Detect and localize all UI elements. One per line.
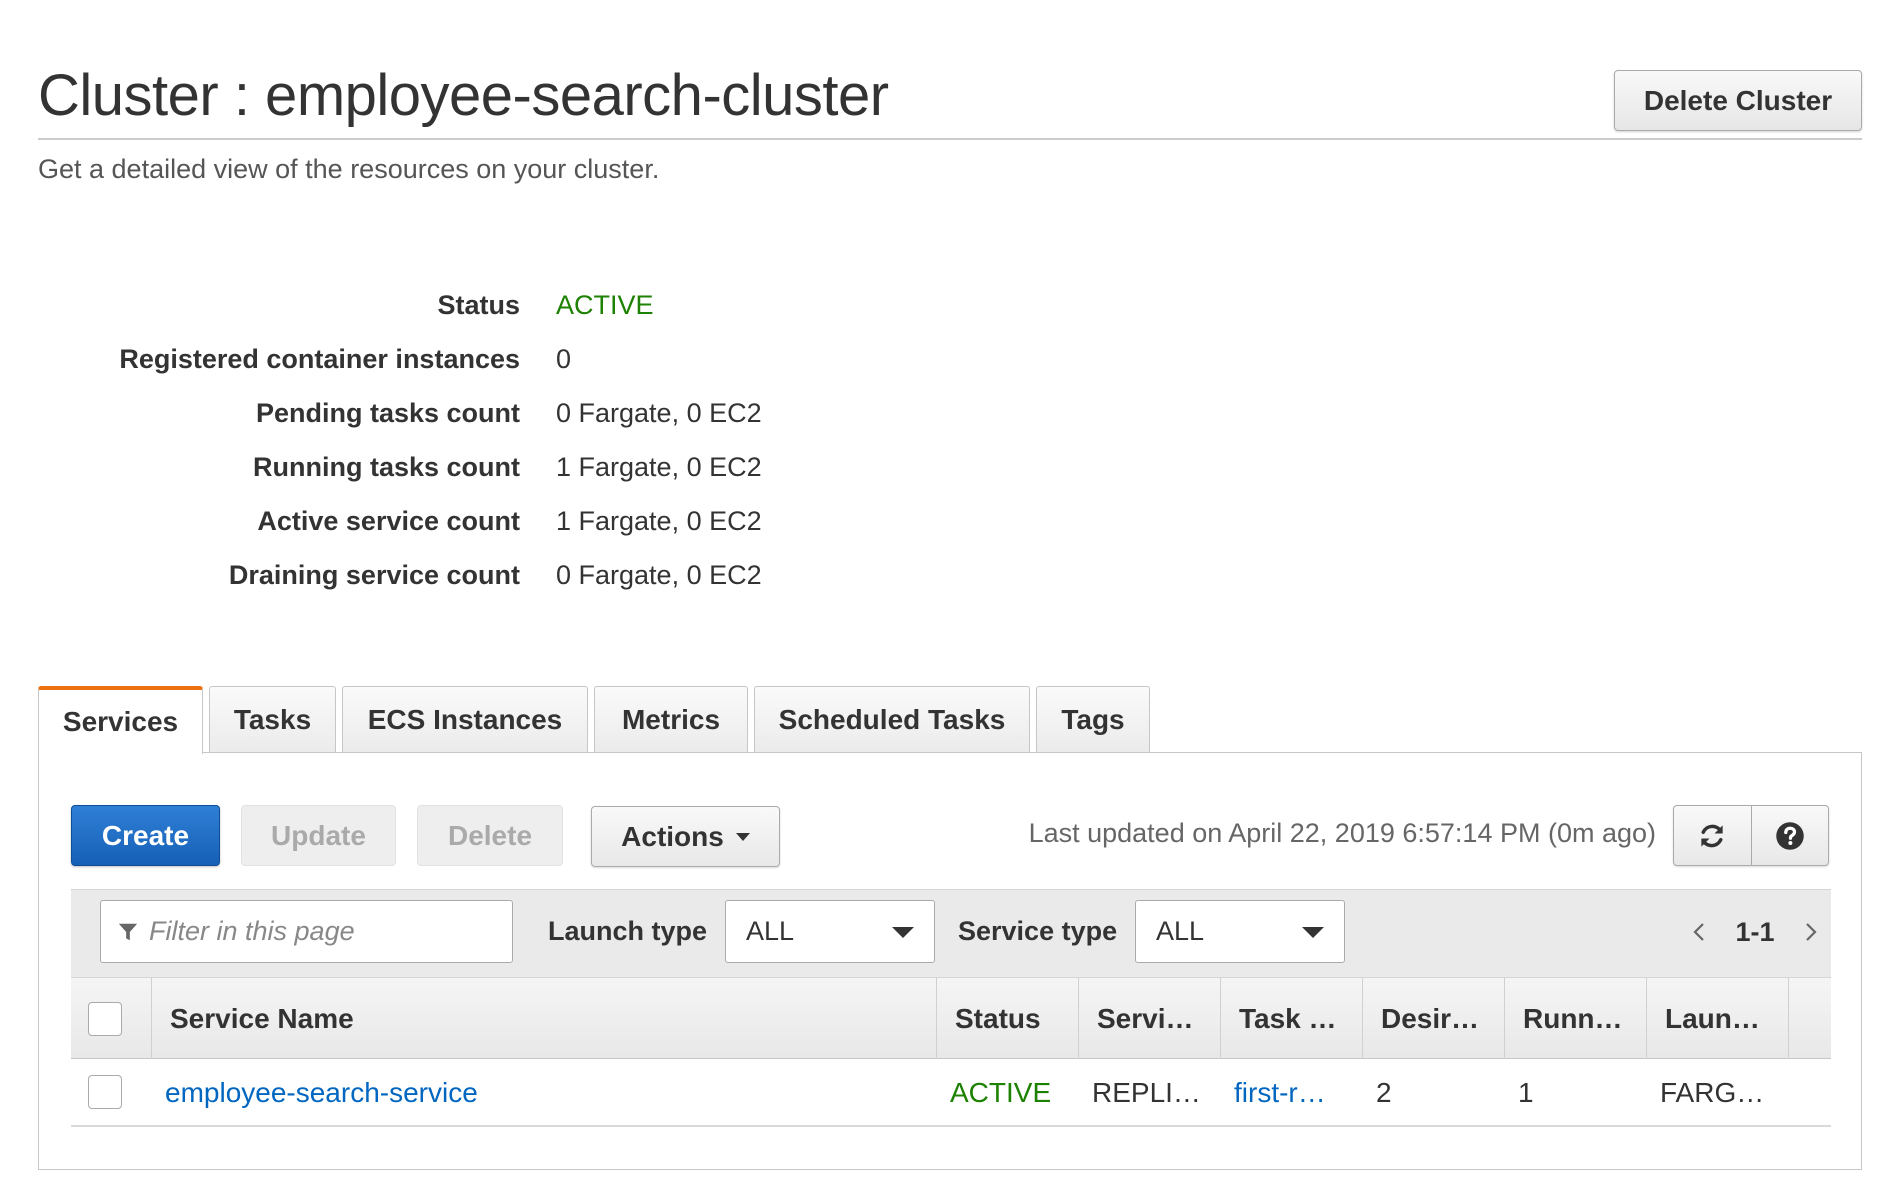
detail-row-registered-instances: Registered container instances 0 bbox=[0, 344, 900, 384]
tab-tags[interactable]: Tags bbox=[1036, 686, 1150, 752]
select-all-checkbox[interactable] bbox=[88, 1002, 122, 1036]
detail-label: Status bbox=[437, 290, 520, 320]
filter-field[interactable] bbox=[100, 900, 513, 963]
actions-label: Actions bbox=[621, 820, 724, 852]
last-updated-text: Last updated on April 22, 2019 6:57:14 P… bbox=[1028, 818, 1656, 848]
select-all-cell bbox=[71, 978, 151, 1060]
service-name-link[interactable]: employee-search-service bbox=[151, 1059, 936, 1127]
tab-metrics[interactable]: Metrics bbox=[594, 686, 748, 752]
service-type-select[interactable]: ALL bbox=[1135, 900, 1345, 963]
chevron-left-icon[interactable] bbox=[1690, 920, 1708, 944]
column-header-desired-tasks[interactable]: Desir… bbox=[1362, 978, 1504, 1060]
service-type-label: Service type bbox=[958, 916, 1118, 946]
filter-input[interactable] bbox=[147, 915, 507, 948]
refresh-button[interactable] bbox=[1674, 806, 1751, 865]
pagination-range: 1-1 bbox=[1735, 916, 1775, 947]
status-value: ACTIVE bbox=[556, 290, 654, 320]
table-row: employee-search-service ACTIVE REPLI… fi… bbox=[71, 1059, 1831, 1127]
column-header-running-tasks[interactable]: Runn… bbox=[1504, 978, 1646, 1060]
detail-value: 1 Fargate, 0 EC2 bbox=[556, 506, 762, 536]
delete-button[interactable]: Delete bbox=[417, 805, 563, 866]
create-button[interactable]: Create bbox=[71, 805, 220, 866]
detail-value: 1 Fargate, 0 EC2 bbox=[556, 452, 762, 482]
detail-label: Registered container instances bbox=[119, 344, 520, 374]
row-checkbox[interactable] bbox=[88, 1075, 122, 1109]
page-title: Cluster : employee-search-cluster bbox=[38, 63, 889, 128]
update-button[interactable]: Update bbox=[241, 805, 396, 866]
detail-row-draining-services: Draining service count 0 Fargate, 0 EC2 bbox=[0, 560, 900, 600]
pagination: 1-1 bbox=[1690, 910, 1820, 954]
detail-row-status: Status ACTIVE bbox=[0, 290, 900, 330]
tab-services[interactable]: Services bbox=[38, 686, 203, 754]
toolbar-icon-buttons bbox=[1673, 805, 1829, 866]
column-header-task-definition[interactable]: Task … bbox=[1220, 978, 1362, 1060]
actions-dropdown[interactable]: Actions bbox=[591, 806, 780, 867]
chevron-right-icon[interactable] bbox=[1802, 920, 1820, 944]
detail-value: 0 bbox=[556, 344, 572, 374]
detail-label: Active service count bbox=[257, 506, 520, 536]
service-type-value: ALL bbox=[1156, 916, 1205, 946]
detail-row-active-services: Active service count 1 Fargate, 0 EC2 bbox=[0, 506, 900, 546]
help-button[interactable] bbox=[1750, 806, 1829, 865]
detail-row-running-tasks: Running tasks count 1 Fargate, 0 EC2 bbox=[0, 452, 900, 492]
tab-tasks[interactable]: Tasks bbox=[209, 686, 336, 752]
detail-row-pending-tasks: Pending tasks count 0 Fargate, 0 EC2 bbox=[0, 398, 900, 438]
detail-value: 0 Fargate, 0 EC2 bbox=[556, 560, 762, 590]
cluster-detail-page: Cluster : employee-search-cluster Delete… bbox=[0, 0, 1886, 1180]
row-select-cell bbox=[71, 1059, 151, 1127]
launch-type: FARG… bbox=[1660, 1077, 1765, 1108]
tab-ecs-instances[interactable]: ECS Instances bbox=[342, 686, 588, 752]
launch-type-select[interactable]: ALL bbox=[725, 900, 935, 963]
column-header-status[interactable]: Status bbox=[936, 978, 1078, 1060]
task-definition-link[interactable]: first-r… bbox=[1220, 1059, 1362, 1127]
help-icon bbox=[1776, 821, 1804, 850]
delete-cluster-button[interactable]: Delete Cluster bbox=[1614, 70, 1862, 131]
column-header-service-name[interactable]: Service Name bbox=[151, 978, 936, 1060]
desired-tasks: 2 bbox=[1376, 1077, 1392, 1108]
refresh-icon bbox=[1701, 824, 1723, 847]
detail-label: Draining service count bbox=[228, 560, 520, 590]
tab-scheduled-tasks[interactable]: Scheduled Tasks bbox=[754, 686, 1030, 752]
detail-label: Running tasks count bbox=[252, 452, 520, 482]
chevron-down-icon bbox=[1302, 927, 1324, 938]
column-header-service-type[interactable]: Servi… bbox=[1078, 978, 1220, 1060]
services-table-header: Service Name Status Servi… Task … Desir…… bbox=[71, 977, 1831, 1060]
caret-down-icon bbox=[735, 832, 750, 841]
service-status: ACTIVE bbox=[950, 1077, 1052, 1108]
chevron-down-icon bbox=[892, 927, 914, 938]
header-divider bbox=[38, 138, 1862, 140]
filter-icon bbox=[118, 923, 138, 940]
detail-label: Pending tasks count bbox=[255, 398, 520, 428]
column-header-launch-type[interactable]: Laun… bbox=[1646, 978, 1788, 1060]
launch-type-label: Launch type bbox=[548, 916, 708, 946]
platform-version bbox=[1788, 1059, 1831, 1127]
column-header-platform-version-label bbox=[1788, 978, 1831, 1058]
service-type: REPLI… bbox=[1092, 1077, 1201, 1108]
running-tasks: 1 bbox=[1518, 1077, 1534, 1108]
detail-value: 0 Fargate, 0 EC2 bbox=[556, 398, 762, 428]
page-subtitle: Get a detailed view of the resources on … bbox=[38, 154, 660, 184]
launch-type-value: ALL bbox=[746, 916, 795, 946]
